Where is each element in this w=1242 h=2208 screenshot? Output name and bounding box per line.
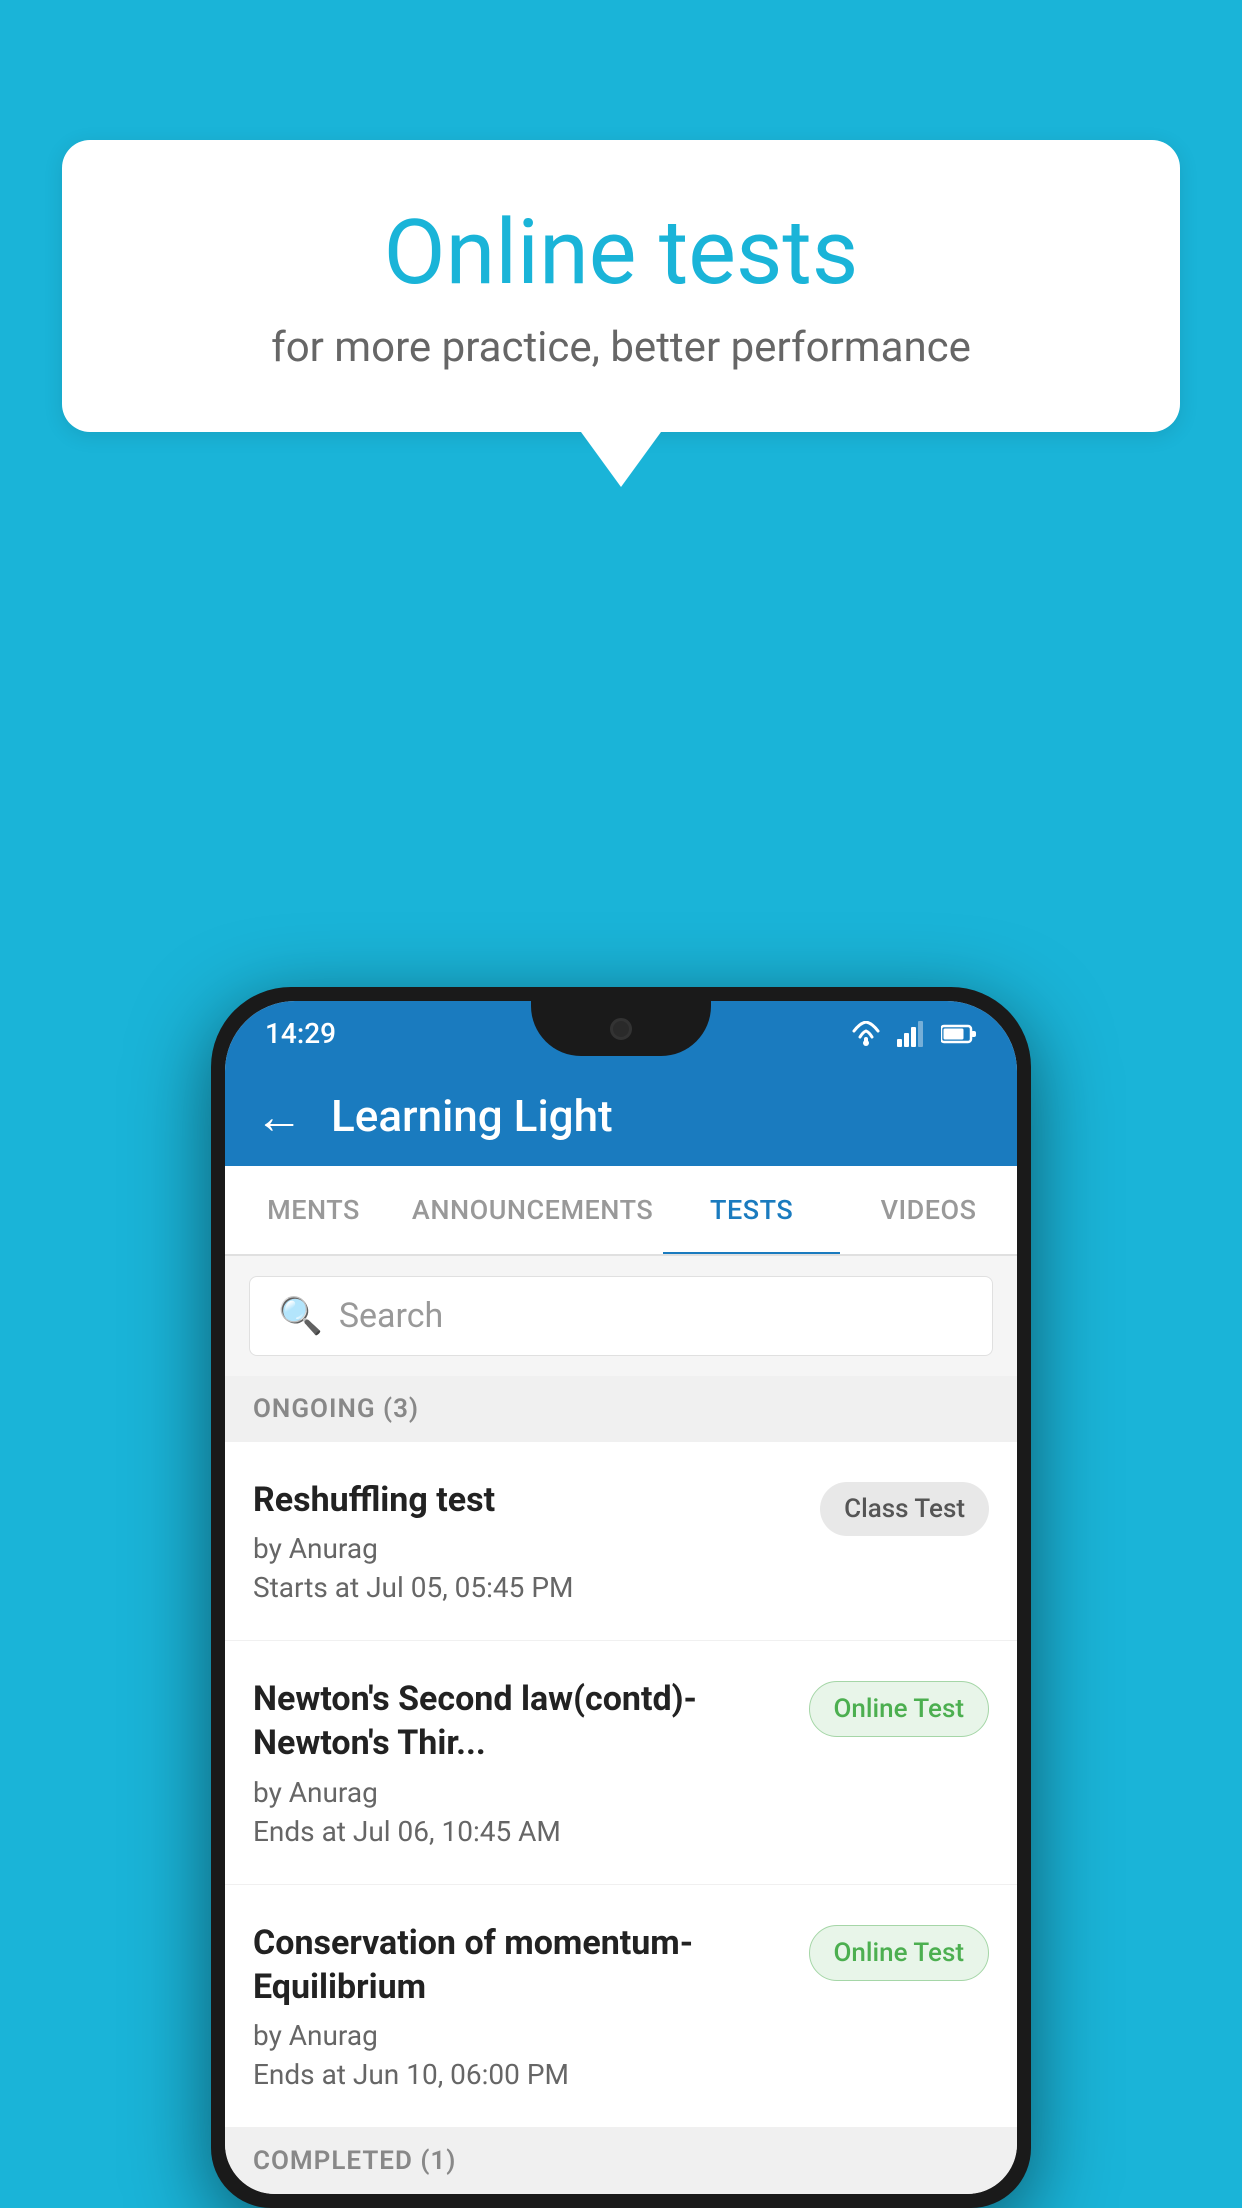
test-author-1: by Anurag: [253, 1532, 800, 1565]
test-info-1: Reshuffling test by Anurag Starts at Jul…: [253, 1478, 820, 1604]
bubble-arrow: [581, 432, 661, 487]
completed-label: COMPLETED (1): [253, 2146, 456, 2176]
test-author-3: by Anurag: [253, 2019, 789, 2052]
ongoing-label: ONGOING (3): [253, 1394, 419, 1424]
test-item-2[interactable]: Newton's Second law(contd)-Newton's Thir…: [225, 1641, 1017, 1884]
status-icons: [849, 1021, 977, 1047]
ongoing-section-header: ONGOING (3): [225, 1376, 1017, 1442]
test-author-2: by Anurag: [253, 1776, 789, 1809]
search-bar[interactable]: 🔍 Search: [249, 1276, 993, 1356]
speech-bubble: Online tests for more practice, better p…: [62, 140, 1180, 432]
phone-screen: 14:29: [225, 1001, 1017, 2194]
signal-icon: [897, 1021, 927, 1047]
app-title: Learning Light: [331, 1090, 613, 1142]
phone-notch: [531, 1001, 711, 1056]
status-time: 14:29: [265, 1017, 336, 1050]
tab-ments[interactable]: MENTS: [225, 1166, 402, 1254]
tab-announcements[interactable]: ANNOUNCEMENTS: [402, 1166, 663, 1254]
app-header: ← Learning Light: [225, 1066, 1017, 1166]
phone-frame: 14:29: [211, 987, 1031, 2208]
test-badge-1: Class Test: [820, 1482, 989, 1536]
test-item-3[interactable]: Conservation of momentum-Equilibrium by …: [225, 1885, 1017, 2128]
test-item-1[interactable]: Reshuffling test by Anurag Starts at Jul…: [225, 1442, 1017, 1641]
search-container: 🔍 Search: [225, 1256, 1017, 1376]
battery-icon: [941, 1024, 977, 1044]
test-time-3: Ends at Jun 10, 06:00 PM: [253, 2058, 789, 2091]
tab-videos[interactable]: VIDEOS: [840, 1166, 1017, 1254]
completed-section-header: COMPLETED (1): [225, 2128, 1017, 2194]
test-time-1: Starts at Jul 05, 05:45 PM: [253, 1571, 800, 1604]
tests-list: Reshuffling test by Anurag Starts at Jul…: [225, 1442, 1017, 2128]
bubble-title: Online tests: [142, 200, 1100, 305]
camera: [610, 1018, 632, 1040]
search-icon: 🔍: [278, 1295, 323, 1337]
bubble-subtitle: for more practice, better performance: [142, 323, 1100, 372]
test-badge-2: Online Test: [809, 1681, 990, 1737]
tab-tests[interactable]: TESTS: [663, 1166, 840, 1254]
test-badge-3: Online Test: [809, 1925, 990, 1981]
search-placeholder: Search: [339, 1296, 443, 1336]
speech-bubble-container: Online tests for more practice, better p…: [62, 140, 1180, 487]
tabs-container: MENTS ANNOUNCEMENTS TESTS VIDEOS: [225, 1166, 1017, 1256]
test-name-1: Reshuffling test: [253, 1478, 800, 1522]
test-info-3: Conservation of momentum-Equilibrium by …: [253, 1921, 809, 2091]
test-name-3: Conservation of momentum-Equilibrium: [253, 1921, 789, 2009]
phone-wrapper: 14:29: [211, 987, 1031, 2208]
test-name-2: Newton's Second law(contd)-Newton's Thir…: [253, 1677, 789, 1765]
wifi-icon: [849, 1021, 883, 1047]
status-bar: 14:29: [225, 1001, 1017, 1066]
back-button[interactable]: ←: [255, 1088, 303, 1145]
test-time-2: Ends at Jul 06, 10:45 AM: [253, 1815, 789, 1848]
test-info-2: Newton's Second law(contd)-Newton's Thir…: [253, 1677, 809, 1847]
